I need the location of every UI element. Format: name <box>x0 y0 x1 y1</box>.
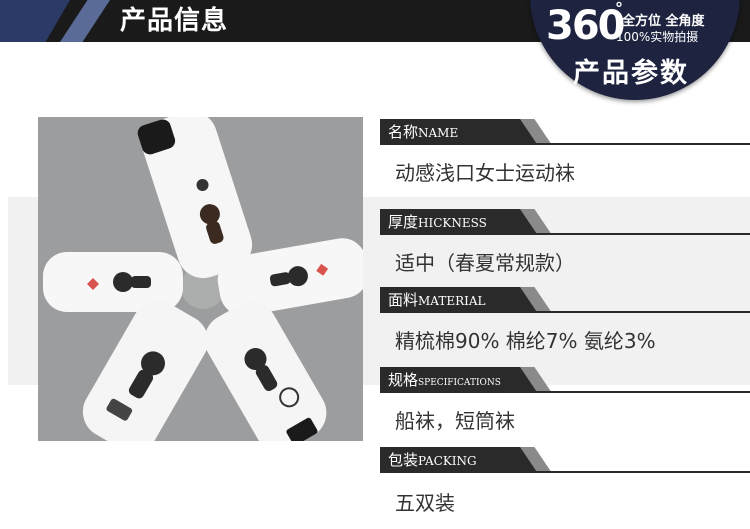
spec-label-cn: 厚度 <box>388 213 419 231</box>
badge-number: 360 <box>546 3 625 49</box>
spec-label-en: HICKNESS <box>418 216 487 230</box>
badge-tagline-real-photo: 100%实物拍摄 <box>616 30 699 44</box>
spec-label-en: MATERIAL <box>418 294 486 308</box>
spec-label-en: SPECIFICATIONS <box>418 378 501 388</box>
badge-subtitle: 产品参数 <box>573 58 689 89</box>
spec-label-cn: 包装 <box>388 451 419 469</box>
header-stripe-decoration <box>0 0 70 42</box>
spec-label-cn: 规格 <box>388 371 419 389</box>
spec-label-cn: 面料 <box>388 291 419 309</box>
spec-label-name: 名称NAME <box>380 119 750 145</box>
section-title: 产品信息 <box>120 6 229 36</box>
spec-value-material: 精梳棉90% 棉纶7% 氨纶3% <box>395 329 656 353</box>
header-stripe-decoration <box>60 0 110 42</box>
spec-label-cn: 名称 <box>388 123 419 141</box>
360-view-badge: 360 ° 全方位 全角度 100%实物拍摄 产品参数 <box>530 0 740 100</box>
spec-label-packing: 包装PACKING <box>380 447 750 473</box>
spec-value-packing: 五双装 <box>395 491 455 515</box>
spec-label-en: NAME <box>418 126 459 140</box>
product-photo <box>38 117 363 441</box>
spec-value-thickness: 适中（春夏常规款） <box>395 251 575 275</box>
spec-label-specifications: 规格SPECIFICATIONS <box>380 367 750 393</box>
spec-label-material: 面料MATERIAL <box>380 287 750 313</box>
badge-tagline: 全方位 全角度 <box>622 14 705 29</box>
spec-label-en: PACKING <box>418 454 477 468</box>
spec-value-name: 动感浅口女士运动袜 <box>395 161 575 185</box>
socks-illustration <box>38 117 363 441</box>
spec-value-specifications: 船袜，短筒袜 <box>395 409 515 433</box>
spec-label-thickness: 厚度HICKNESS <box>380 209 750 235</box>
